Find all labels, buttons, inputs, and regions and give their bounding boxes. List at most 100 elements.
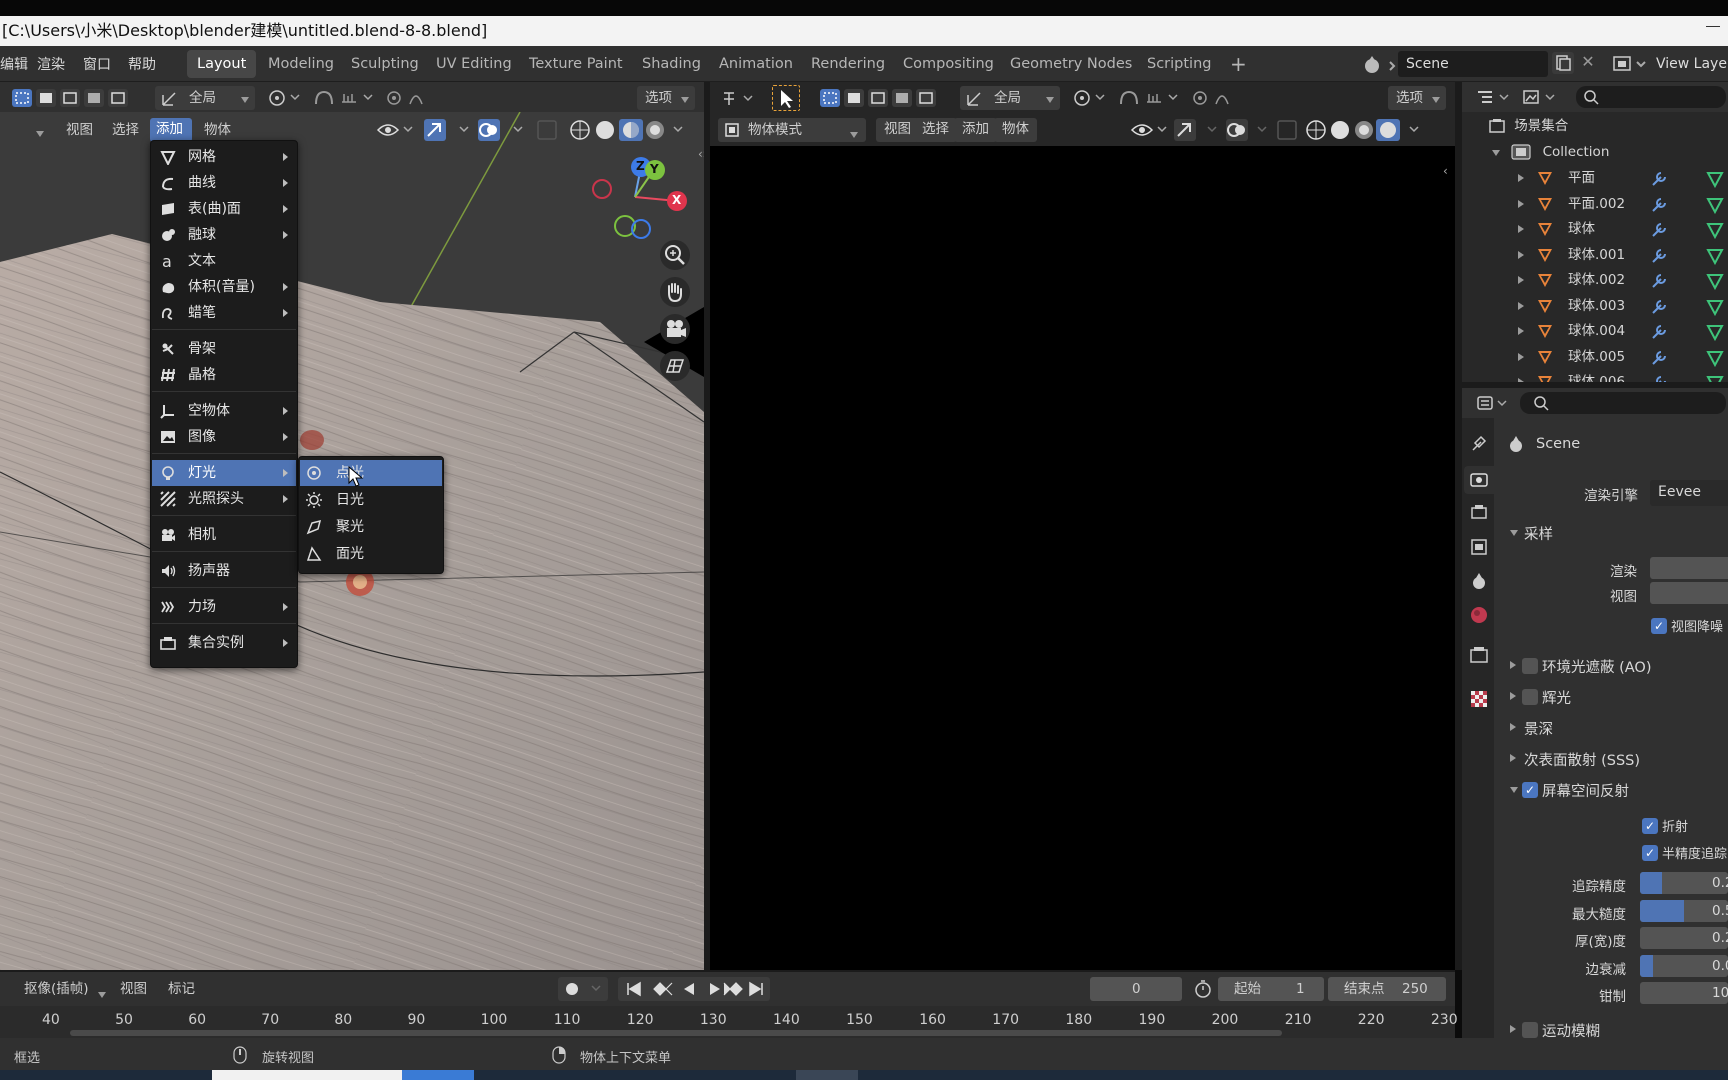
- outliner-collection[interactable]: Collection: [1492, 140, 1609, 164]
- outliner-editor-type-icon[interactable]: [1474, 86, 1514, 108]
- render-samples-field[interactable]: [1650, 557, 1728, 579]
- add-menu-item[interactable]: 蜡笔: [152, 300, 296, 326]
- modifier-wrench-icon[interactable]: [1650, 298, 1668, 316]
- world-tab-icon[interactable]: [1468, 604, 1490, 626]
- modifier-wrench-icon[interactable]: [1650, 272, 1668, 290]
- menu-help[interactable]: 帮助: [128, 54, 156, 74]
- panel-sampling-header[interactable]: 采样: [1506, 522, 1728, 546]
- motion-blur-checkbox[interactable]: [1522, 1022, 1538, 1038]
- add-menu-item[interactable]: 网格: [152, 144, 296, 170]
- timeline-view-menu[interactable]: 视图: [120, 978, 147, 1000]
- expand-arrow-icon[interactable]: [1518, 225, 1524, 233]
- start-frame-field[interactable]: 起始 1: [1218, 977, 1324, 1001]
- outliner-object-row[interactable]: 球体.005: [1516, 345, 1728, 369]
- add-menu-item[interactable]: 空物体: [152, 398, 296, 424]
- viewport-select-menu[interactable]: 选择: [112, 119, 139, 141]
- add-menu-item[interactable]: a 文本: [152, 248, 296, 274]
- add-menu-item[interactable]: 表(曲)面: [152, 196, 296, 222]
- tool-select-icon[interactable]: [718, 87, 762, 109]
- timeline-marker-menu[interactable]: 标记: [168, 978, 195, 1000]
- new-scene-icon[interactable]: [1552, 52, 1574, 74]
- scene-icon[interactable]: [1360, 52, 1400, 76]
- modifier-wrench-icon[interactable]: [1650, 323, 1668, 341]
- add-menu-item[interactable]: 相机: [152, 522, 296, 548]
- scene-name-field[interactable]: Scene: [1398, 51, 1548, 77]
- tab-geometry-nodes[interactable]: Geometry Nodes: [1000, 50, 1142, 78]
- render-engine-dropdown[interactable]: Eevee: [1650, 480, 1728, 506]
- outliner-object-row[interactable]: 球体.001: [1516, 243, 1728, 267]
- mesh-data-icon[interactable]: [1706, 170, 1724, 188]
- options-dropdown-right[interactable]: 选项: [1388, 86, 1446, 110]
- outliner-object-row[interactable]: 平面.002: [1516, 192, 1728, 216]
- select-mode-buttons[interactable]: [10, 87, 134, 109]
- light-submenu-item[interactable]: 面光: [300, 541, 442, 567]
- expand-arrow-icon[interactable]: [1518, 301, 1524, 310]
- view-layer-icon[interactable]: [1610, 52, 1650, 76]
- add-menu-item[interactable]: 骨架: [152, 336, 296, 362]
- region-toggle-right[interactable]: ‹: [1443, 164, 1448, 178]
- cursor-tool-icon[interactable]: [772, 85, 800, 111]
- ssr-slider[interactable]: 0.5: [1640, 899, 1728, 922]
- mesh-data-icon[interactable]: [1706, 247, 1724, 265]
- viewport-view-menu[interactable]: 视图: [66, 119, 93, 141]
- texture-tab-icon[interactable]: [1468, 688, 1490, 710]
- area-divider[interactable]: [1455, 82, 1462, 970]
- navigation-gizmo[interactable]: Z Y X: [585, 157, 695, 247]
- properties-panel-header[interactable]: 环境光遮蔽 (AO): [1506, 654, 1728, 678]
- light-submenu-item[interactable]: 点光: [300, 460, 442, 486]
- properties-panel-header[interactable]: 辉光: [1506, 685, 1728, 709]
- view-layer-field[interactable]: View Layer: [1650, 51, 1728, 77]
- render-tab-icon[interactable]: [1464, 466, 1494, 494]
- auto-keying-button[interactable]: [558, 977, 608, 1001]
- expand-arrow-icon[interactable]: [1518, 250, 1524, 259]
- snap-icon[interactable]: [310, 86, 378, 110]
- menu-edit[interactable]: 编辑: [0, 54, 28, 74]
- modifier-wrench-icon[interactable]: [1650, 196, 1668, 214]
- add-menu-item[interactable]: 晶格: [152, 362, 296, 388]
- menu-window[interactable]: 窗口: [83, 54, 111, 74]
- output-tab-icon[interactable]: [1468, 502, 1490, 524]
- viewport-object-menu[interactable]: 物体: [204, 119, 231, 141]
- ssr-slider[interactable]: 0.2: [1640, 927, 1728, 949]
- add-menu-item[interactable]: 曲线: [152, 170, 296, 196]
- mesh-data-icon[interactable]: [1706, 323, 1724, 341]
- tab-scripting[interactable]: Scripting: [1137, 50, 1221, 78]
- light-submenu-item[interactable]: 聚光: [300, 514, 442, 540]
- mesh-data-icon[interactable]: [1706, 221, 1724, 239]
- pivot-point-icon[interactable]: [265, 86, 305, 110]
- tab-layout[interactable]: Layout: [187, 50, 257, 78]
- outliner-scene-collection[interactable]: 场景集合: [1488, 114, 1568, 138]
- camera-view-icon[interactable]: [660, 314, 690, 344]
- expand-arrow-icon[interactable]: [1518, 199, 1524, 208]
- mesh-data-icon[interactable]: [1706, 272, 1724, 290]
- expand-arrow-icon[interactable]: [1518, 276, 1524, 284]
- ortho-grid-icon[interactable]: [660, 351, 690, 381]
- properties-panel-header[interactable]: 景深: [1506, 716, 1728, 740]
- mode-dropdown-partial[interactable]: [0, 118, 50, 142]
- timeline-scrollbar[interactable]: [70, 1030, 1282, 1036]
- mesh-data-icon[interactable]: [1706, 349, 1724, 367]
- right-3d-viewport[interactable]: ‹: [710, 146, 1455, 970]
- taskbar-item[interactable]: [796, 1070, 858, 1080]
- viewport-add-menu[interactable]: 添加: [150, 118, 192, 142]
- ssr-slider[interactable]: 0.0: [1640, 954, 1728, 977]
- modifier-wrench-icon[interactable]: [1650, 221, 1668, 239]
- add-menu-item[interactable]: 集合实例: [152, 630, 296, 656]
- menu-render[interactable]: 渲染: [37, 54, 65, 74]
- mode-dropdown[interactable]: 物体模式: [718, 118, 866, 142]
- proportional-edit-icon[interactable]: [1190, 86, 1246, 110]
- mesh-data-icon[interactable]: [1706, 196, 1724, 214]
- properties-panel-header[interactable]: ✓ 屏幕空间反射: [1506, 778, 1728, 802]
- taskbar-item[interactable]: [402, 1070, 474, 1080]
- properties-editor-type-icon[interactable]: [1474, 392, 1514, 414]
- tab-sculpting[interactable]: Sculpting: [341, 50, 429, 78]
- delete-scene-icon[interactable]: ✕: [1578, 52, 1598, 74]
- stopwatch-icon[interactable]: [1192, 978, 1214, 1000]
- tab-uv-editing[interactable]: UV Editing: [426, 50, 522, 78]
- view-layer-tab-icon[interactable]: [1468, 536, 1490, 558]
- minimize-icon[interactable]: [1706, 26, 1720, 27]
- modifier-wrench-icon[interactable]: [1650, 247, 1668, 265]
- select-mode-buttons-right[interactable]: [818, 87, 942, 109]
- add-menu-item[interactable]: 图像: [152, 424, 296, 450]
- viewport-view-menu-right[interactable]: 视图: [876, 118, 919, 142]
